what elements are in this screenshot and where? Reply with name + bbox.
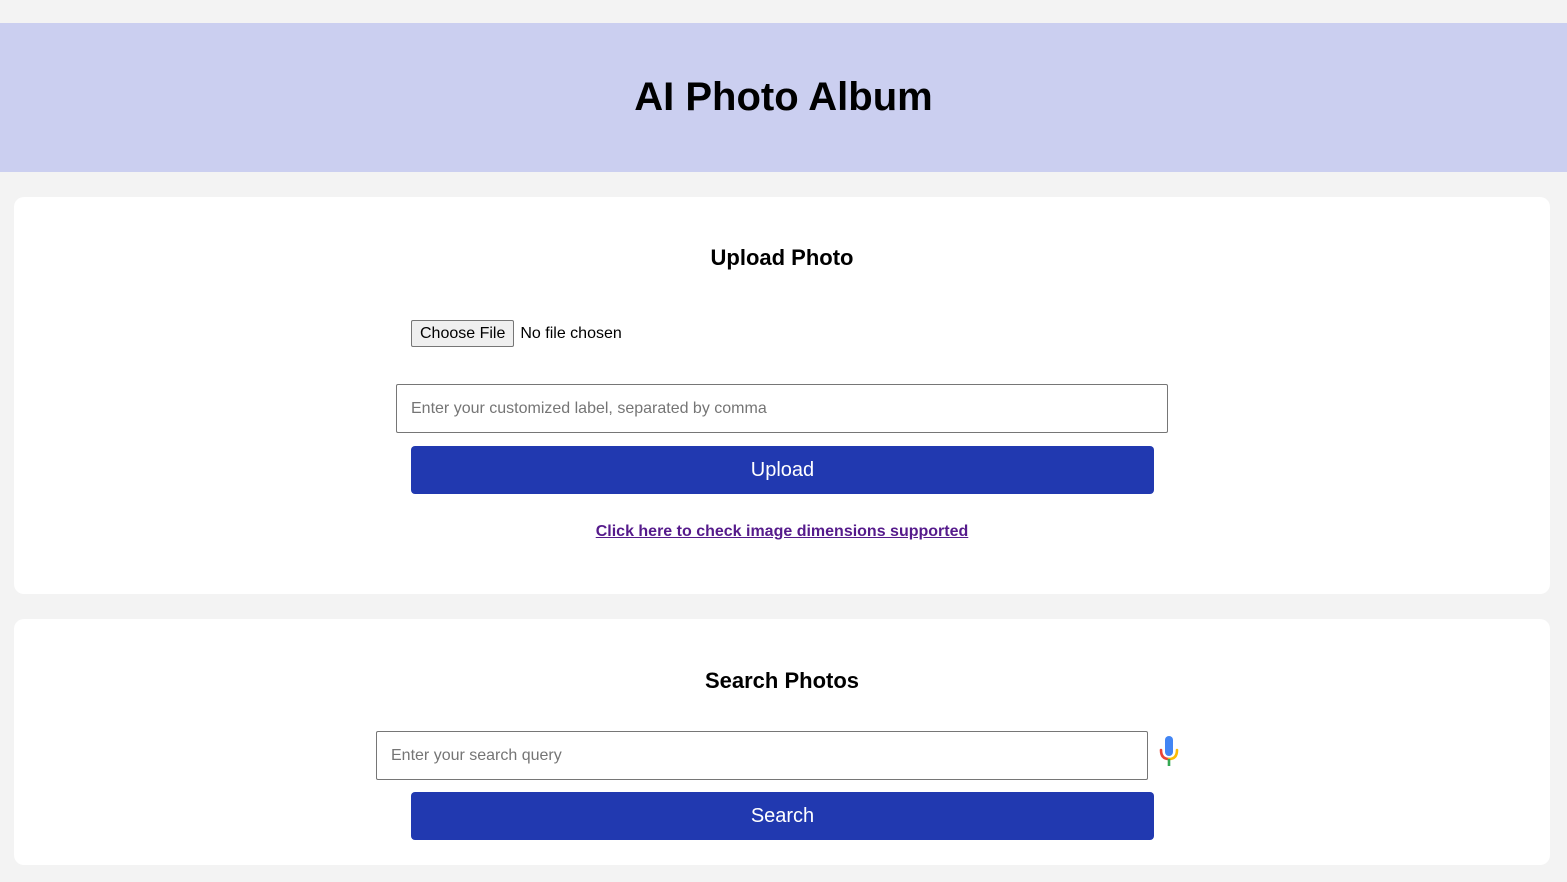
upload-section-title: Upload Photo	[710, 245, 854, 270]
search-section-title: Search Photos	[704, 668, 860, 693]
page-title: AI Photo Album	[634, 75, 933, 119]
upload-button[interactable]: Upload	[411, 446, 1154, 494]
choose-file-button[interactable]: Choose File	[411, 320, 515, 347]
search-input[interactable]	[376, 731, 1148, 780]
file-status-text: No file chosen	[520, 324, 622, 342]
microphone-icon[interactable]	[1155, 735, 1183, 771]
image-dimensions-link[interactable]: Click here to check image dimensions sup…	[596, 523, 969, 540]
dimensions-link-container: Click here to check image dimensions sup…	[14, 522, 1550, 542]
custom-label-input[interactable]	[396, 384, 1168, 433]
page-header: AI Photo Album	[0, 23, 1567, 172]
search-button[interactable]: Search	[411, 792, 1154, 840]
upload-photo-card: Upload Photo Choose File No file chosen …	[14, 197, 1550, 594]
search-photos-card: Search Photos Search	[14, 619, 1550, 865]
file-picker: Choose File No file chosen	[411, 320, 622, 347]
